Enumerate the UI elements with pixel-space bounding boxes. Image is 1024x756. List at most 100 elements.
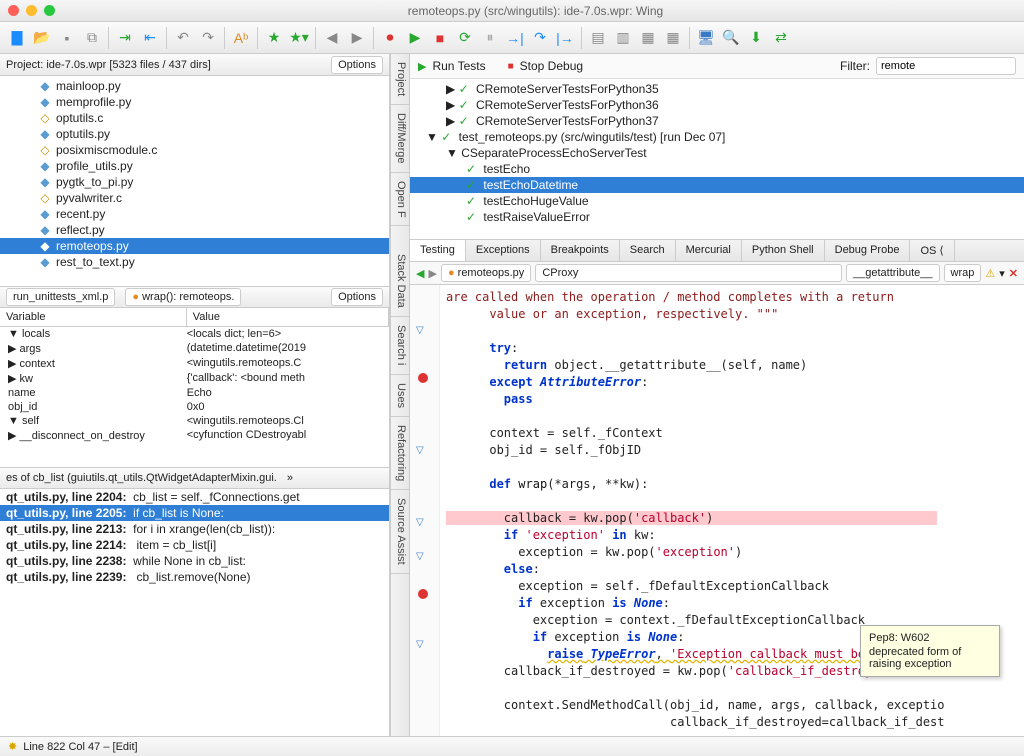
tool-tab[interactable]: Mercurial [676, 240, 742, 261]
forward-icon[interactable]: ▶ [346, 27, 368, 49]
project-file[interactable]: ◆reflect.py [0, 222, 389, 238]
project-file[interactable]: ◆pygtk_to_pi.py [0, 174, 389, 190]
search-icon[interactable]: 🔍 [720, 27, 742, 49]
inner-dropdown[interactable]: wrap [944, 264, 982, 282]
test-tree[interactable]: ▶ ✓ CRemoteServerTestsForPython35▶ ✓ CRe… [410, 79, 1024, 239]
filter-input[interactable] [876, 57, 1016, 75]
uses-more-icon[interactable]: » [287, 472, 293, 484]
vertical-tab[interactable]: Uses [391, 375, 409, 417]
frame-up-icon[interactable]: ▤ [587, 27, 609, 49]
uses-row[interactable]: qt_utils.py, line 2213: for i in xrange(… [0, 521, 389, 537]
spellcheck-icon[interactable]: Aᵇ [230, 27, 252, 49]
redo-icon[interactable]: ↷ [197, 27, 219, 49]
warning-icon[interactable]: ⚠ [985, 267, 995, 280]
vertical-tab[interactable]: Refactoring [391, 417, 409, 490]
indent-icon[interactable]: ⇥ [114, 27, 136, 49]
maximize-icon[interactable] [44, 5, 55, 16]
value-column[interactable]: Value [187, 308, 389, 326]
tool-tab[interactable]: Exceptions [466, 240, 541, 261]
project-file[interactable]: ◇optutils.c [0, 110, 389, 126]
test-row[interactable]: ▶ ✓ CRemoteServerTestsForPython36 [410, 97, 1024, 113]
code-editor[interactable]: ▽ ▽ ▽ ▽ ▽ are called when the operation … [410, 285, 1024, 736]
variable-row[interactable]: ▶ __disconnect_on_destroy<cyfunction CDe… [0, 428, 389, 443]
tool-tab[interactable]: OS ⟨ [910, 240, 954, 261]
project-file[interactable]: ◆rest_to_text.py [0, 254, 389, 270]
uses-row[interactable]: qt_utils.py, line 2204: cb_list = self._… [0, 489, 389, 505]
variable-row[interactable]: obj_id0x0 [0, 400, 389, 414]
uses-row[interactable]: qt_utils.py, line 2205: if cb_list is No… [0, 505, 389, 521]
project-file[interactable]: ◆memprofile.py [0, 94, 389, 110]
tool-tab[interactable]: Testing [410, 240, 466, 261]
nav-forward-icon[interactable]: ▶ [428, 267, 436, 280]
save-all-icon[interactable]: ⧉ [81, 27, 103, 49]
variables-tree[interactable]: ▼ locals<locals dict; len=6> ▶ args(date… [0, 327, 389, 467]
step-over-icon[interactable]: ↷ [529, 27, 551, 49]
thread-dropdown[interactable]: run_unittests_xml.p [6, 288, 115, 306]
nav-back-icon[interactable]: ◀ [416, 267, 424, 280]
minimize-icon[interactable] [26, 5, 37, 16]
test-row[interactable]: ✓ testEchoDatetime [410, 177, 1024, 193]
test-row[interactable]: ▶ ✓ CRemoteServerTestsForPython37 [410, 113, 1024, 129]
uses-row[interactable]: qt_utils.py, line 2214: item = cb_list[i… [0, 537, 389, 553]
download-icon[interactable]: ⬇ [745, 27, 767, 49]
step-out-icon[interactable]: |→ [554, 27, 576, 49]
uses-row[interactable]: qt_utils.py, line 2238: while None in cb… [0, 553, 389, 569]
test-row[interactable]: ✓ testRaiseValueError [410, 209, 1024, 225]
back-icon[interactable]: ◀ [321, 27, 343, 49]
vertical-tab[interactable]: Search i [391, 317, 409, 374]
variable-column[interactable]: Variable [0, 308, 187, 326]
project-file[interactable]: ◆optutils.py [0, 126, 389, 142]
variable-row[interactable]: nameEcho [0, 386, 389, 400]
monitor-icon[interactable]: 🖥 [695, 27, 717, 49]
frame-down-icon[interactable]: ▥ [612, 27, 634, 49]
method-dropdown[interactable]: __getattribute__ [846, 264, 940, 282]
variable-row[interactable]: ▶ context<wingutils.remoteops.C [0, 356, 389, 371]
vertical-tab[interactable]: Diff/Merge [391, 105, 409, 173]
test-row[interactable]: ▼ ✓ test_remoteops.py (src/wingutils/tes… [410, 129, 1024, 145]
save-icon[interactable]: ▪ [56, 27, 78, 49]
record-icon[interactable]: ⏺ [379, 27, 401, 49]
project-tree[interactable]: ◆mainloop.py◆memprofile.py◇optutils.c◆op… [0, 76, 389, 286]
close-icon[interactable] [8, 5, 19, 16]
run-tests-button[interactable]: Run Tests [432, 59, 485, 73]
test-row[interactable]: ✓ testEcho [410, 161, 1024, 177]
project-file[interactable]: ◆remoteops.py [0, 238, 389, 254]
tool-tab[interactable]: Python Shell [742, 240, 825, 261]
stop-debug-button[interactable]: Stop Debug [520, 59, 583, 73]
test-row[interactable]: ✓ testEchoHugeValue [410, 193, 1024, 209]
project-file[interactable]: ◆mainloop.py [0, 78, 389, 94]
project-options-dropdown[interactable]: Options [331, 56, 383, 74]
pause-icon[interactable]: ⏸ [479, 27, 501, 49]
vertical-tab[interactable]: Source Assist [391, 490, 409, 574]
project-file[interactable]: ◇pyvalwriter.c [0, 190, 389, 206]
run-icon[interactable]: ▶ [404, 27, 426, 49]
vertical-tab[interactable]: Stack Data [391, 246, 409, 317]
project-file[interactable]: ◆recent.py [0, 206, 389, 222]
stack-options-dropdown[interactable]: Options [331, 288, 383, 306]
bookmark-icon[interactable]: ★ [263, 27, 285, 49]
uses-row[interactable]: qt_utils.py, line 2239: cb_list.remove(N… [0, 569, 389, 585]
new-file-icon[interactable]: ▇ [6, 27, 28, 49]
outdent-icon[interactable]: ⇤ [139, 27, 161, 49]
frame-dropdown[interactable]: ● wrap(): remoteops. [125, 288, 241, 306]
class-dropdown[interactable]: CProxy [535, 264, 842, 282]
project-file[interactable]: ◆profile_utils.py [0, 158, 389, 174]
close-tab-icon[interactable]: ✕ [1009, 267, 1018, 280]
project-file[interactable]: ◇posixmiscmodule.c [0, 142, 389, 158]
variable-row[interactable]: ▼ locals<locals dict; len=6> [0, 327, 389, 341]
test-row[interactable]: ▼ CSeparateProcessEchoServerTest [410, 145, 1024, 161]
sync-icon[interactable]: ⇄ [770, 27, 792, 49]
tool-tab[interactable]: Search [620, 240, 676, 261]
undo-icon[interactable]: ↶ [172, 27, 194, 49]
open-file-icon[interactable]: 📂 [31, 27, 53, 49]
tool-tab[interactable]: Breakpoints [541, 240, 620, 261]
vertical-tab[interactable]: Project [391, 54, 409, 105]
variable-row[interactable]: ▶ kw{'callback': <bound meth [0, 371, 389, 386]
step-in-icon[interactable]: →| [504, 27, 526, 49]
variable-row[interactable]: ▶ args(datetime.datetime(2019 [0, 341, 389, 356]
tool-tab[interactable]: Debug Probe [825, 240, 911, 261]
restart-icon[interactable]: ⟳ [454, 27, 476, 49]
vertical-tab[interactable]: Open F [391, 173, 409, 227]
uses-list[interactable]: qt_utils.py, line 2204: cb_list = self._… [0, 489, 389, 736]
test-row[interactable]: ▶ ✓ CRemoteServerTestsForPython35 [410, 81, 1024, 97]
